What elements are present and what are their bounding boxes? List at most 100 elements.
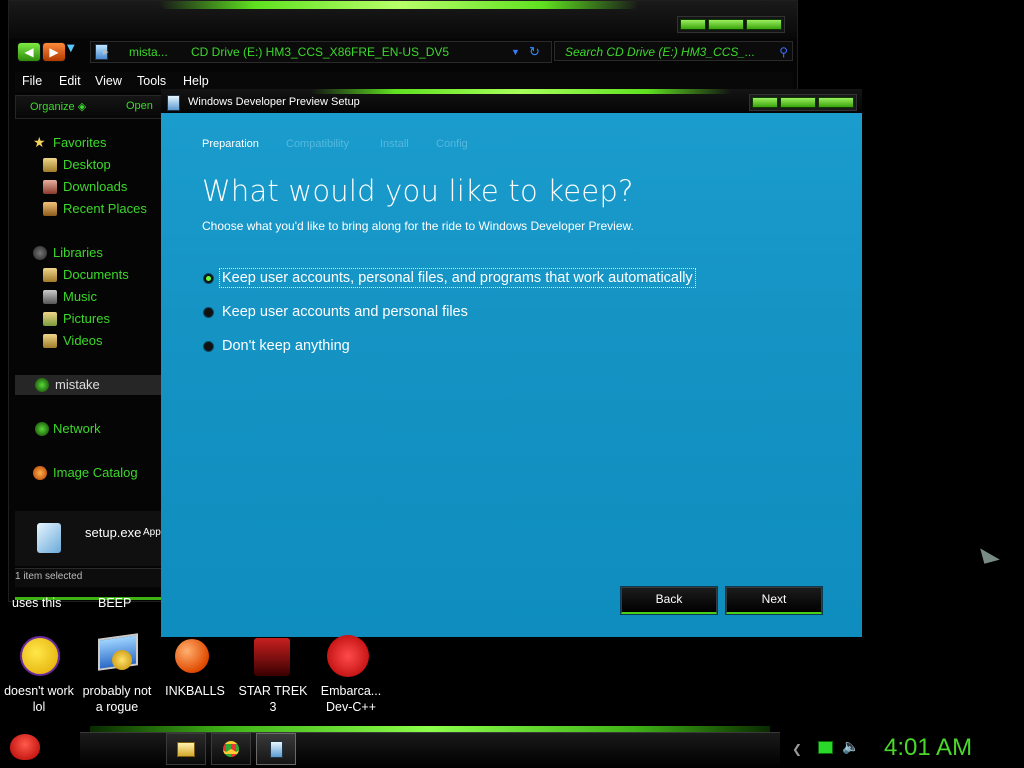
mouse-cursor-icon: [980, 544, 1000, 564]
label-line: doesn't work: [4, 684, 74, 698]
option-radio-keep-nothing[interactable]: [203, 341, 214, 352]
homegroup-icon: [35, 378, 49, 392]
taskbar-explorer-button[interactable]: [166, 733, 206, 765]
show-hidden-icons-icon[interactable]: ❮: [792, 742, 802, 756]
nav-recent-places[interactable]: Recent Places: [63, 201, 147, 216]
clock[interactable]: 4:01 AM: [884, 734, 972, 762]
videos-icon: [43, 334, 57, 348]
setup-caption-buttons: [749, 94, 857, 111]
menu-view[interactable]: View: [95, 74, 122, 88]
network-status-icon[interactable]: [818, 741, 833, 754]
desktop-icon: [43, 158, 57, 172]
nav-network[interactable]: Network: [53, 421, 101, 436]
option-radio-keep-accounts[interactable]: [203, 307, 214, 318]
breadcrumb-item[interactable]: CD Drive (E:) HM3_CCS_X86FRE_EN-US_DV5: [191, 42, 449, 62]
recent-places-icon: [43, 202, 57, 216]
page-subtitle: Choose what you'd like to bring along fo…: [202, 219, 634, 233]
search-icon[interactable]: ⚲: [779, 42, 788, 62]
page-title: What would you like to keep?: [202, 174, 634, 208]
setup-app-icon: [167, 95, 180, 111]
start-button[interactable]: [6, 728, 46, 766]
chevron-down-icon: ▼: [67, 43, 75, 54]
desktop-icon-label: uses this: [12, 596, 62, 610]
option-keep-all-label[interactable]: Keep user accounts, personal files, and …: [219, 268, 696, 288]
open-label: Open: [126, 100, 153, 112]
nav-libraries[interactable]: Libraries: [53, 245, 103, 260]
desktop-shortcut-label[interactable]: INKBALLS: [156, 683, 234, 699]
organize-button[interactable]: Organize ◈: [30, 100, 86, 113]
desktop-shortcut-label[interactable]: probably not a rogue: [78, 683, 156, 715]
close-button[interactable]: [746, 19, 782, 30]
label-line: probably not: [82, 684, 152, 698]
pictures-icon: [43, 312, 57, 326]
minimize-button[interactable]: [680, 19, 706, 30]
address-bar[interactable]: ▸ mista... CD Drive (E:) HM3_CCS_X86FRE_…: [90, 41, 552, 63]
nav-downloads[interactable]: Downloads: [63, 179, 127, 194]
gear-monitor-icon[interactable]: [94, 632, 138, 676]
taskbar-chrome-button[interactable]: [211, 733, 251, 765]
next-button[interactable]: Next: [726, 587, 822, 614]
nav-desktop[interactable]: Desktop: [63, 157, 111, 172]
explorer-folder-icon: [177, 741, 195, 757]
menu-tools[interactable]: Tools: [137, 74, 166, 88]
setup-title: Windows Developer Preview Setup: [188, 96, 360, 108]
nav-image-catalog[interactable]: Image Catalog: [53, 465, 138, 480]
minimize-button[interactable]: [752, 97, 778, 108]
nav-pictures[interactable]: Pictures: [63, 311, 110, 326]
step-compatibility: Compatibility: [286, 138, 349, 150]
menu-help[interactable]: Help: [183, 74, 209, 88]
titlebar-glow: [159, 1, 639, 9]
maximize-button[interactable]: [780, 97, 816, 108]
nav-favorites[interactable]: Favorites: [53, 135, 106, 150]
step-config: Config: [436, 138, 468, 150]
close-button[interactable]: [818, 97, 854, 108]
back-button[interactable]: Back: [621, 587, 717, 614]
setup-content: Preparation Compatibility Install Config…: [161, 113, 862, 637]
label-line: STAR TREK: [238, 684, 308, 698]
inkball-icon[interactable]: [172, 636, 216, 680]
option-keep-accounts-label[interactable]: Keep user accounts and personal files: [220, 303, 470, 321]
image-catalog-icon: [33, 466, 47, 480]
setup-dialog: Windows Developer Preview Setup Preparat…: [161, 89, 862, 637]
back-arrow-icon: ◀: [24, 45, 34, 59]
label-line: a rogue: [95, 700, 139, 714]
organize-label: Organize: [30, 101, 75, 113]
refresh-icon[interactable]: ↻: [529, 42, 540, 62]
angry-bird-icon: [10, 734, 40, 760]
option-radio-keep-all[interactable]: [203, 273, 214, 284]
desktop-shortcut-label[interactable]: STAR TREK 3: [234, 683, 312, 715]
setup-file-icon: [37, 523, 61, 553]
volume-icon[interactable]: 🔈: [842, 739, 859, 755]
explorer-caption-buttons: [677, 16, 785, 33]
yahoo-messenger-icon[interactable]: [16, 632, 60, 676]
taskbar-setup-button[interactable]: [256, 733, 296, 765]
open-button[interactable]: Open: [126, 100, 153, 112]
menu-edit[interactable]: Edit: [59, 74, 81, 88]
status-text: 1 item selected: [15, 571, 83, 582]
maximize-button[interactable]: [708, 19, 744, 30]
address-dropdown-icon[interactable]: ▼: [511, 42, 520, 62]
nav-videos[interactable]: Videos: [63, 333, 103, 348]
option-keep-nothing-label[interactable]: Don't keep anything: [220, 337, 352, 355]
nav-documents[interactable]: Documents: [63, 267, 129, 282]
search-placeholder: Search CD Drive (E:) HM3_CCS_...: [565, 45, 756, 59]
star-trek-icon[interactable]: [252, 636, 296, 680]
nav-music[interactable]: Music: [63, 289, 97, 304]
breadcrumb-item[interactable]: mista...: [129, 42, 168, 62]
label-line: 3: [269, 700, 277, 714]
step-preparation: Preparation: [202, 138, 259, 150]
back-button[interactable]: ◀: [17, 42, 41, 62]
documents-icon: [43, 268, 57, 282]
music-icon: [43, 290, 57, 304]
nav-homegroup: mistake: [55, 377, 100, 392]
dev-cpp-icon[interactable]: [326, 634, 370, 678]
titlebar-glow: [311, 89, 731, 94]
network-icon: [35, 422, 49, 436]
menu-file[interactable]: File: [22, 74, 42, 88]
forward-button[interactable]: ▶: [42, 42, 66, 62]
desktop-shortcut-label[interactable]: doesn't work lol: [0, 683, 78, 715]
search-input[interactable]: Search CD Drive (E:) HM3_CCS_... ⚲: [554, 41, 793, 61]
desktop-shortcut-label[interactable]: Embarca... Dev-C++: [312, 683, 390, 715]
setup-app-icon: [269, 740, 283, 758]
recent-pages-dropdown[interactable]: ▼: [67, 43, 75, 54]
